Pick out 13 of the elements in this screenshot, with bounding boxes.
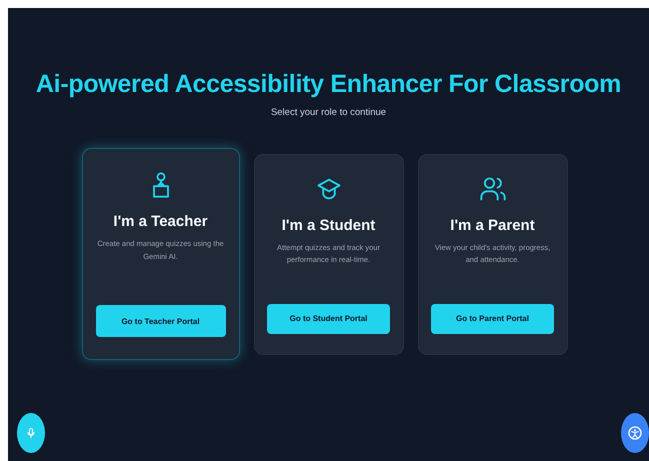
role-heading: I'm a Parent xyxy=(450,216,535,234)
page-subtitle: Select your role to continue xyxy=(270,107,386,118)
users-icon xyxy=(478,174,506,202)
role-heading: I'm a Student xyxy=(282,216,376,234)
portal-button[interactable]: Go to Teacher Portal xyxy=(96,305,226,337)
portal-button[interactable]: Go to Student Portal xyxy=(267,304,390,334)
microphone-icon xyxy=(25,426,37,440)
portal-button[interactable]: Go to Parent Portal xyxy=(431,304,554,334)
accessibility-button[interactable] xyxy=(621,413,649,453)
role-heading: I'm a Teacher xyxy=(113,213,208,230)
microphone-button[interactable] xyxy=(17,413,45,453)
page-title: Ai-powered Accessibility Enhancer For Classroom xyxy=(36,70,622,99)
accessibility-icon xyxy=(627,425,643,441)
